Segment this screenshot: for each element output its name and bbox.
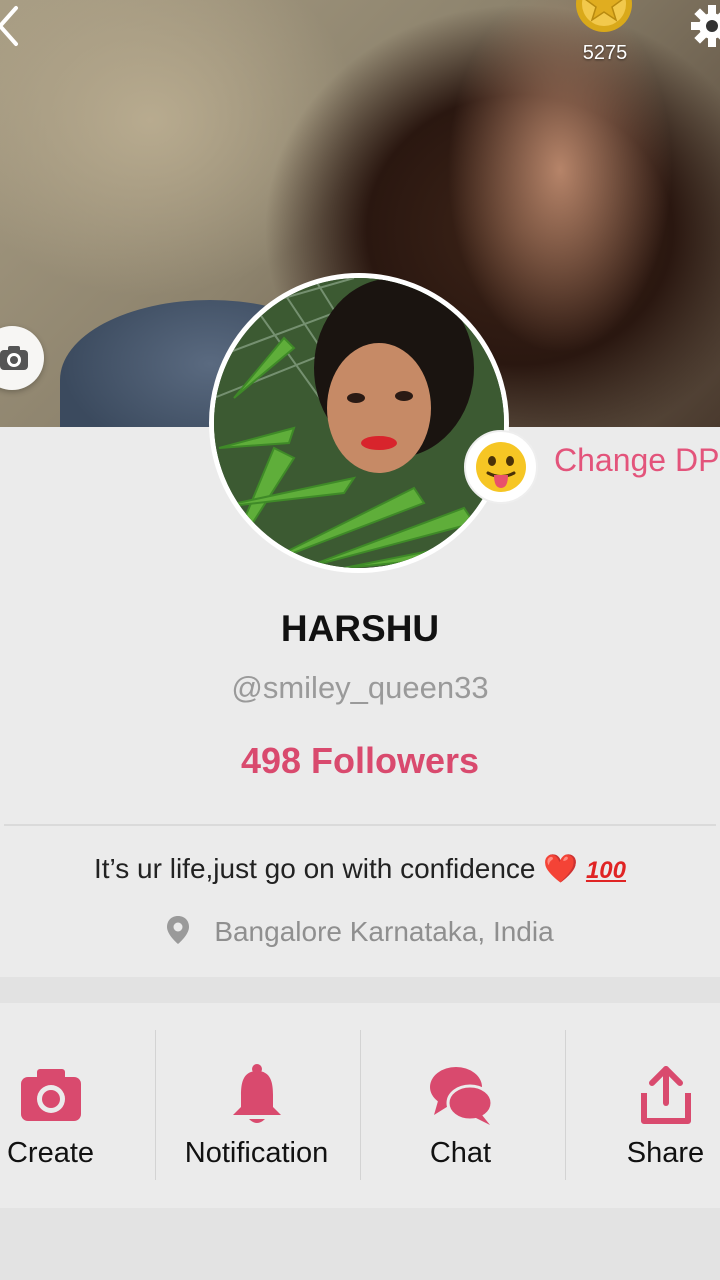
location-pin-icon [167, 916, 190, 944]
tongue-emoji-icon [476, 442, 526, 492]
profile-bio: It’s ur life,just go on with confidence … [0, 852, 720, 885]
followers-count[interactable]: 498 Followers [0, 740, 720, 782]
bio-text: It’s ur life,just go on with confidence [94, 853, 536, 884]
create-button[interactable]: Create [0, 1003, 153, 1208]
profile-location: Bangalore Karnataka, India [0, 915, 720, 948]
profile-avatar[interactable] [209, 273, 509, 573]
camera-icon [20, 1069, 81, 1121]
back-icon[interactable] [0, 4, 24, 48]
hundred-emoji: 100 [585, 857, 626, 884]
coin-count: 5275 [582, 42, 628, 64]
change-dp-link[interactable]: Change DP [554, 442, 719, 479]
gear-icon[interactable] [688, 0, 720, 48]
bell-icon [232, 1064, 281, 1123]
create-label: Create [6, 1137, 95, 1169]
change-cover-button[interactable] [0, 326, 44, 390]
divider [4, 824, 716, 826]
notification-label: Notification [184, 1137, 329, 1169]
notification-button[interactable]: Notification [154, 1003, 359, 1208]
coin-icon[interactable] [575, 0, 633, 36]
action-bar: Create Notification Chat Share [0, 1003, 720, 1208]
chat-button[interactable]: Chat [358, 1003, 563, 1208]
location-text: Bangalore Karnataka, India [214, 916, 554, 947]
profile-handle: @smiley_queen33 [231, 670, 489, 705]
bottom-area [0, 1208, 720, 1280]
share-icon [640, 1066, 691, 1124]
chat-label: Chat [429, 1137, 492, 1169]
share-label: Share [626, 1137, 705, 1169]
camera-icon [0, 346, 28, 370]
share-button[interactable]: Share [563, 1003, 720, 1208]
mood-emoji[interactable] [464, 430, 538, 504]
heart-emoji: ❤️ [543, 853, 579, 884]
section-separator [0, 977, 720, 1003]
chat-icon [429, 1067, 493, 1125]
profile-name: HARSHU [280, 608, 440, 649]
